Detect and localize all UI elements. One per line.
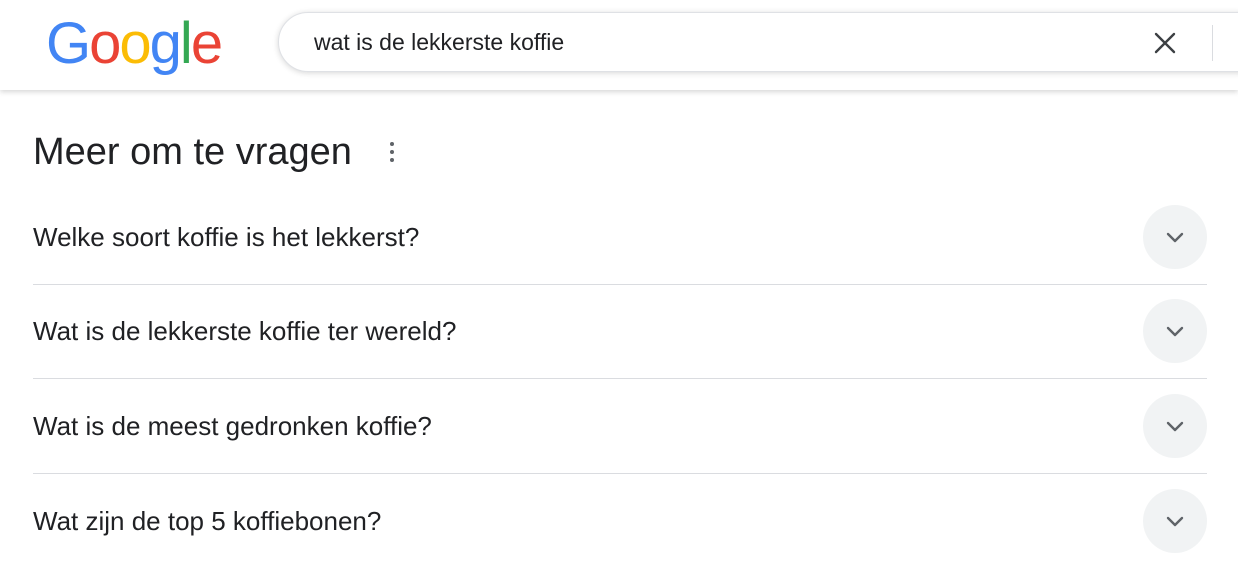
chevron-down-icon	[1166, 421, 1184, 431]
expand-button[interactable]	[1143, 299, 1207, 364]
question-item[interactable]: Welke soort koffie is het lekkerst?	[33, 190, 1207, 285]
logo-letter: l	[179, 11, 193, 76]
question-text: Wat zijn de top 5 koffiebonen?	[33, 505, 382, 536]
chevron-down-icon	[1166, 516, 1184, 526]
section-header: Meer om te vragen	[33, 128, 402, 176]
google-logo[interactable]: G o o g l e	[46, 11, 223, 76]
question-item[interactable]: Wat is de lekkerste koffie ter wereld?	[33, 285, 1207, 379]
question-text: Wat is de meest gedronken koffie?	[33, 410, 432, 441]
search-input[interactable]	[314, 13, 1134, 71]
logo-letter: g	[149, 11, 182, 76]
close-icon	[1154, 32, 1176, 54]
section-title: Meer om te vragen	[33, 131, 352, 173]
expand-button[interactable]	[1143, 488, 1207, 553]
more-vert-icon	[389, 158, 394, 162]
chevron-down-icon	[1166, 327, 1184, 337]
more-options-button[interactable]	[382, 134, 402, 170]
expand-button[interactable]	[1143, 393, 1207, 458]
chevron-down-icon	[1166, 232, 1184, 242]
more-vert-icon	[389, 142, 394, 146]
search-divider	[1212, 25, 1213, 61]
more-vert-icon	[389, 150, 394, 154]
search-header: G o o g l e	[0, 0, 1238, 90]
clear-search-button[interactable]	[1149, 27, 1181, 59]
question-item[interactable]: Wat is de meest gedronken koffie?	[33, 379, 1207, 474]
question-item[interactable]: Wat zijn de top 5 koffiebonen?	[33, 474, 1207, 569]
question-text: Welke soort koffie is het lekkerst?	[33, 221, 420, 252]
logo-letter: o	[89, 11, 121, 76]
question-list: Welke soort koffie is het lekkerst? Wat …	[33, 190, 1207, 568]
expand-button[interactable]	[1143, 204, 1207, 269]
logo-letter: e	[190, 11, 223, 76]
question-text: Wat is de lekkerste koffie ter wereld?	[33, 316, 457, 347]
search-box	[278, 12, 1238, 72]
logo-letter: G	[46, 11, 91, 76]
logo-letter: o	[119, 11, 151, 76]
